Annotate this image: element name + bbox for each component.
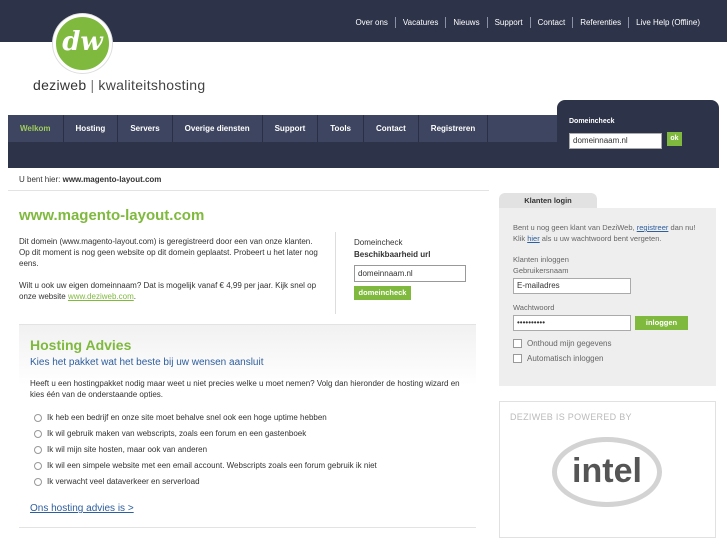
toplink-over-ons[interactable]: Over ons bbox=[348, 17, 394, 28]
vertical-divider bbox=[335, 232, 336, 314]
domaincheck-box: Domeincheck Beschikbaarheid url domeinna… bbox=[354, 238, 466, 300]
register-link[interactable]: registreer bbox=[637, 223, 669, 232]
checkbox[interactable] bbox=[513, 354, 522, 363]
domaincheck-sublabel: Beschikbaarheid url bbox=[354, 250, 431, 259]
powered-by-title: DEZIWEB IS POWERED BY bbox=[510, 412, 632, 422]
option-label: Ik verwacht veel dataverkeer en serverlo… bbox=[47, 477, 200, 486]
radio-button[interactable] bbox=[34, 413, 42, 422]
hosting-advies: Hosting Advies Kies het pakket wat het b… bbox=[19, 325, 476, 535]
nav-support[interactable]: Support bbox=[263, 115, 319, 142]
header-domain-input[interactable]: domeinnaam.nl bbox=[569, 133, 662, 149]
advies-subtitle: Kies het pakket wat het beste bij uw wen… bbox=[30, 357, 264, 368]
login-text-a: Bent u nog geen klant van DeziWeb, bbox=[513, 223, 635, 232]
login-panel: Bent u nog geen klant van DeziWeb, regis… bbox=[499, 208, 716, 386]
login-text-c: als u uw wachtwoord bent vergeten. bbox=[541, 234, 662, 243]
brand-name: deziweb bbox=[33, 77, 87, 93]
domaincheck-label: Domeincheck bbox=[354, 238, 403, 247]
radio-button[interactable] bbox=[34, 477, 42, 486]
toplink-support[interactable]: Support bbox=[486, 17, 530, 28]
brand-tagline: kwaliteitshosting bbox=[98, 77, 206, 93]
intro-paragraph-1: Dit domein (www.magento-layout.com) is g… bbox=[19, 237, 318, 268]
option-label: Ik wil mijn site hosten, maar ook van an… bbox=[47, 445, 208, 454]
radio-button[interactable] bbox=[34, 445, 42, 454]
domain-input[interactable]: domeinnaam.nl bbox=[354, 265, 466, 282]
radio-button[interactable] bbox=[34, 429, 42, 438]
advies-title: Hosting Advies bbox=[30, 337, 132, 353]
main-nav: Welkom Hosting Servers Overige diensten … bbox=[8, 115, 489, 142]
nav-servers[interactable]: Servers bbox=[118, 115, 173, 142]
nav-hosting[interactable]: Hosting bbox=[64, 115, 119, 142]
logo[interactable]: dw bbox=[53, 14, 112, 73]
toplink-live-help[interactable]: Live Help (Offline) bbox=[628, 17, 707, 28]
top-links: Over ons Vacatures Nieuws Support Contac… bbox=[348, 17, 707, 28]
logo-text: dw bbox=[62, 27, 103, 57]
advies-option[interactable]: Ik wil een simpele website met een email… bbox=[34, 461, 377, 470]
advies-option[interactable]: Ik wil gebruik maken van webscripts, zoa… bbox=[34, 429, 306, 438]
klanten-label: Klanten inloggen bbox=[513, 255, 569, 264]
option-label: Ik wil een simpele website met een email… bbox=[47, 461, 377, 470]
powered-by-box: DEZIWEB IS POWERED BY intel bbox=[499, 401, 716, 538]
header-domaincheck: Domeincheck domeinnaam.nl ok bbox=[557, 100, 719, 168]
option-label: Ik wil gebruik maken van webscripts, zoa… bbox=[47, 429, 307, 438]
auto-login-checkbox[interactable]: Automatisch inloggen bbox=[513, 354, 604, 363]
intel-logo: intel bbox=[552, 437, 662, 507]
nav-registreren[interactable]: Registreren bbox=[419, 115, 489, 142]
advies-option[interactable]: Ik heb een bedrijf en onze site moet beh… bbox=[34, 413, 327, 422]
login-button[interactable]: inloggen bbox=[635, 316, 688, 330]
brand-separator: | bbox=[90, 77, 95, 93]
intro-p2-end: . bbox=[133, 292, 136, 301]
login-intro: Bent u nog geen klant van DeziWeb, regis… bbox=[513, 222, 703, 244]
deziweb-link[interactable]: www.deziweb.com bbox=[68, 292, 134, 301]
password-field[interactable]: •••••••••• bbox=[513, 315, 631, 331]
advies-link[interactable]: Ons hosting advies is > bbox=[30, 503, 134, 514]
login-tab[interactable]: Klanten login bbox=[499, 193, 597, 209]
nav-welkom[interactable]: Welkom bbox=[8, 115, 64, 142]
nav-overige-diensten[interactable]: Overige diensten bbox=[173, 115, 263, 142]
breadcrumb-prefix: U bent hier: bbox=[19, 175, 61, 184]
radio-button[interactable] bbox=[34, 461, 42, 470]
divider bbox=[19, 527, 476, 528]
forgot-password-link[interactable]: hier bbox=[527, 234, 540, 243]
toplink-referenties[interactable]: Referenties bbox=[572, 17, 628, 28]
header-domaincheck-ok-button[interactable]: ok bbox=[667, 132, 682, 146]
page-title: www.magento-layout.com bbox=[19, 207, 205, 224]
breadcrumb-current: www.magento-layout.com bbox=[62, 175, 162, 184]
advies-option[interactable]: Ik wil mijn site hosten, maar ook van an… bbox=[34, 445, 207, 454]
nav-tools[interactable]: Tools bbox=[318, 115, 365, 142]
password-label: Wachtwoord bbox=[513, 303, 555, 312]
remember-checkbox[interactable]: Onthoud mijn gegevens bbox=[513, 339, 612, 348]
auto-login-label: Automatisch inloggen bbox=[527, 354, 604, 363]
toplink-contact[interactable]: Contact bbox=[529, 17, 573, 28]
advies-option[interactable]: Ik verwacht veel dataverkeer en serverlo… bbox=[34, 477, 200, 486]
header-domaincheck-label: Domeincheck bbox=[569, 118, 615, 125]
advies-text: Heeft u een hostingpakket nodig maar wee… bbox=[30, 379, 460, 399]
option-label: Ik heb een bedrijf en onze site moet beh… bbox=[47, 413, 327, 422]
toplink-nieuws[interactable]: Nieuws bbox=[445, 17, 486, 28]
divider bbox=[8, 190, 489, 191]
brand: deziweb | kwaliteitshosting bbox=[33, 77, 205, 93]
remember-label: Onthoud mijn gegevens bbox=[527, 339, 612, 348]
toplink-vacatures[interactable]: Vacatures bbox=[394, 17, 445, 28]
breadcrumb: U bent hier: www.magento-layout.com bbox=[19, 175, 161, 184]
nav-contact[interactable]: Contact bbox=[364, 115, 419, 142]
intro-text: Dit domein (www.magento-layout.com) is g… bbox=[19, 236, 319, 313]
intro-p2-text: Wilt u ook uw eigen domeinnaam? Dat is m… bbox=[19, 281, 317, 301]
checkbox[interactable] bbox=[513, 339, 522, 348]
username-field[interactable]: E-mailadres bbox=[513, 278, 631, 294]
intro-paragraph-2: Wilt u ook uw eigen domeinnaam? Dat is m… bbox=[19, 280, 319, 302]
domaincheck-button[interactable]: domeincheck bbox=[354, 286, 411, 300]
username-label: Gebruikersnaam bbox=[513, 266, 569, 275]
